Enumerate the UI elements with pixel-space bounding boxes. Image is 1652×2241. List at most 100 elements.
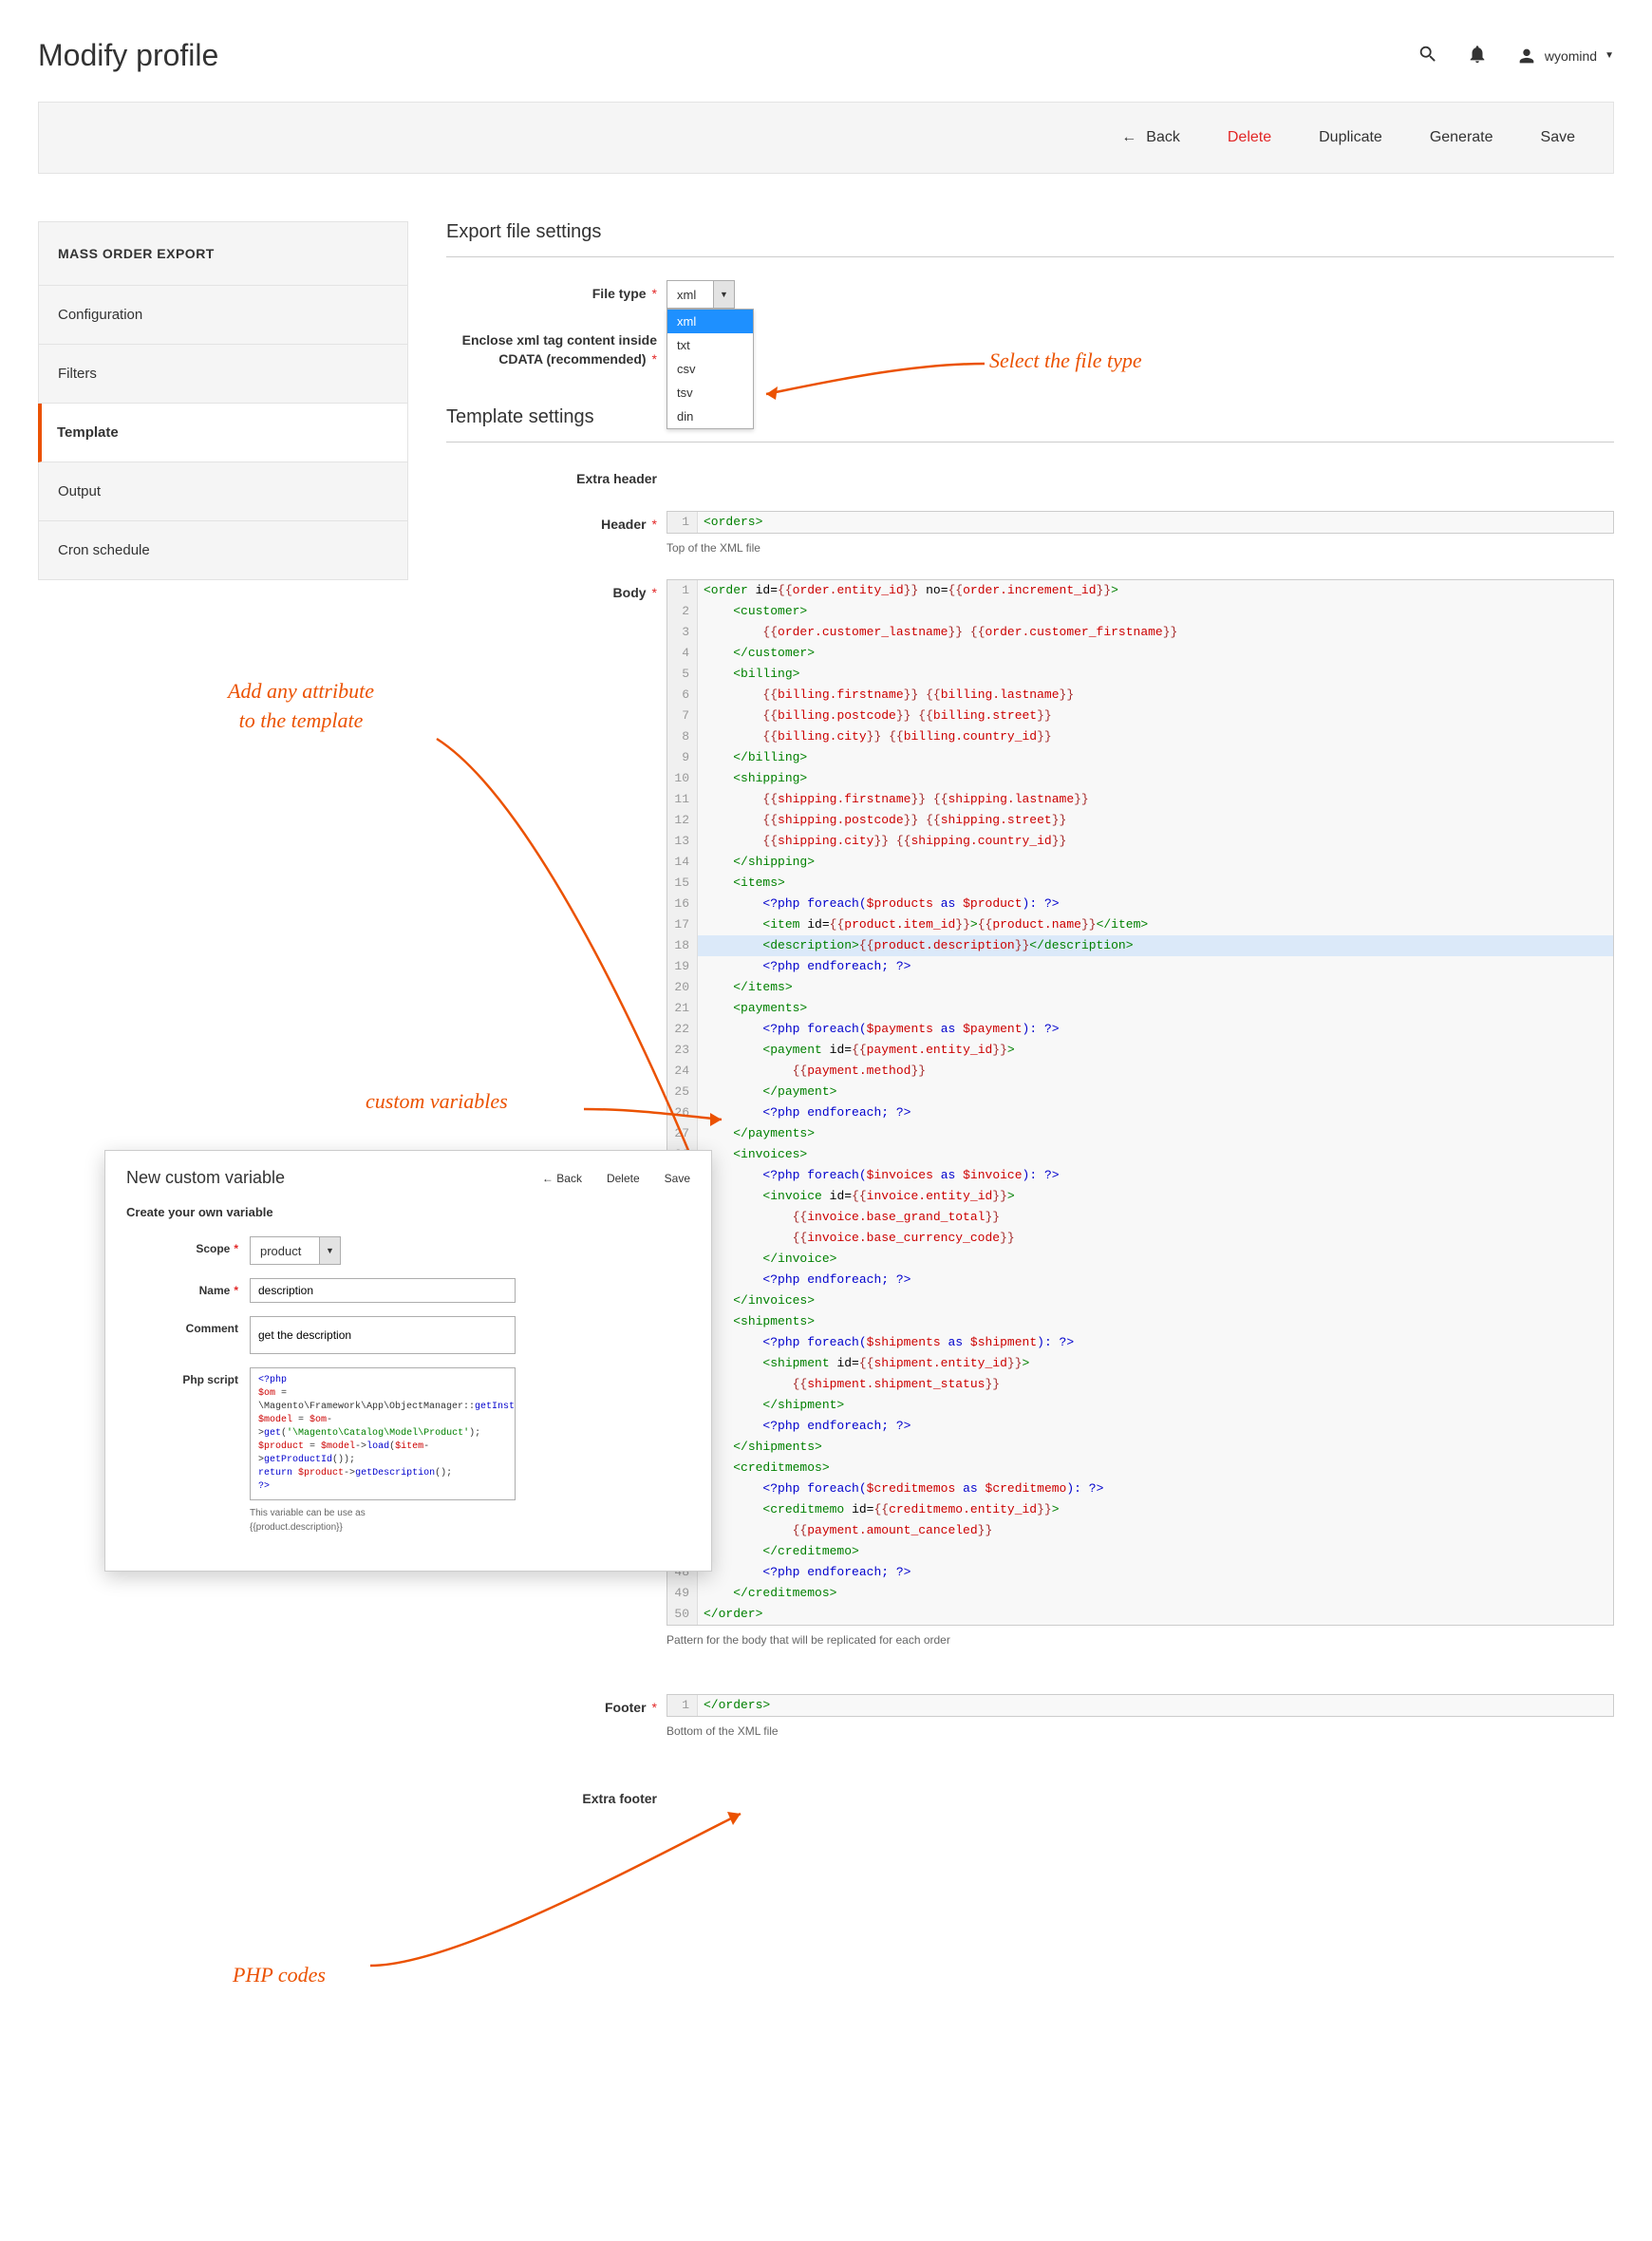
sidebar-header: MASS ORDER EXPORT: [39, 222, 407, 286]
file-type-option-din[interactable]: din: [667, 405, 753, 428]
code-line[interactable]: 12 {{shipping.postcode}} {{shipping.stre…: [667, 810, 1613, 831]
code-line[interactable]: 49 </creditmemos>: [667, 1583, 1613, 1604]
code-line[interactable]: 25 </payment>: [667, 1082, 1613, 1102]
file-type-dropdown: xmltxtcsvtsvdin: [666, 309, 754, 429]
code-line[interactable]: 29 <?php foreach($invoices as $invoice):…: [667, 1165, 1613, 1186]
file-type-option-tsv[interactable]: tsv: [667, 381, 753, 405]
code-line[interactable]: 23 <payment id={{payment.entity_id}}>: [667, 1040, 1613, 1061]
search-icon[interactable]: [1417, 44, 1438, 67]
code-line[interactable]: 14 </shipping>: [667, 852, 1613, 873]
header-label: Header*: [446, 511, 666, 532]
header-help: Top of the XML file: [666, 541, 1614, 555]
modal-hint: This variable can be use as {{product.de…: [250, 1506, 690, 1535]
code-line[interactable]: 20 </items>: [667, 977, 1613, 998]
code-line[interactable]: 24 {{payment.method}}: [667, 1061, 1613, 1082]
sidebar-item-configuration[interactable]: Configuration: [39, 286, 407, 345]
code-line[interactable]: 35 </invoices>: [667, 1290, 1613, 1311]
file-type-label: File type*: [446, 280, 666, 301]
scope-select[interactable]: product ▼: [250, 1236, 341, 1265]
code-line[interactable]: 6 {{billing.firstname}} {{billing.lastna…: [667, 685, 1613, 706]
code-line[interactable]: 48 <?php endforeach; ?>: [667, 1562, 1613, 1583]
code-line[interactable]: 44 <?php foreach($creditmemos as $credit…: [667, 1478, 1613, 1499]
export-settings-title: Export file settings: [446, 221, 1614, 257]
php-script-input[interactable]: <?php $om = \Magento\Framework\App\Objec…: [250, 1367, 516, 1500]
code-line[interactable]: 19 <?php endforeach; ?>: [667, 956, 1613, 977]
code-line[interactable]: 43 <creditmemos>: [667, 1458, 1613, 1478]
modal-save-button[interactable]: Save: [665, 1172, 690, 1185]
code-line[interactable]: 2 <customer>: [667, 601, 1613, 622]
code-line[interactable]: 31 {{invoice.base_grand_total}}: [667, 1207, 1613, 1228]
name-input[interactable]: [250, 1278, 516, 1303]
code-line[interactable]: 9 </billing>: [667, 747, 1613, 768]
code-line[interactable]: 50</order>: [667, 1604, 1613, 1625]
code-line[interactable]: 1<order id={{order.entity_id}} no={{orde…: [667, 580, 1613, 601]
notifications-icon[interactable]: [1467, 44, 1488, 67]
code-line[interactable]: 22 <?php foreach($payments as $payment):…: [667, 1019, 1613, 1040]
action-bar: ← Back Delete Duplicate Generate Save: [38, 102, 1614, 174]
code-line[interactable]: 18 <description>{{product.description}}<…: [667, 935, 1613, 956]
file-type-option-txt[interactable]: txt: [667, 333, 753, 357]
code-line[interactable]: 7 {{billing.postcode}} {{billing.street}…: [667, 706, 1613, 726]
save-button[interactable]: Save: [1541, 129, 1575, 146]
file-type-option-xml[interactable]: xml: [667, 310, 753, 333]
code-line[interactable]: 36 <shipments>: [667, 1311, 1613, 1332]
code-line[interactable]: 16 <?php foreach($products as $product):…: [667, 894, 1613, 914]
code-line[interactable]: 15 <items>: [667, 873, 1613, 894]
code-line[interactable]: 5 <billing>: [667, 664, 1613, 685]
file-type-option-csv[interactable]: csv: [667, 357, 753, 381]
sidebar-item-cron-schedule[interactable]: Cron schedule: [39, 521, 407, 579]
code-line[interactable]: 39 {{shipment.shipment_status}}: [667, 1374, 1613, 1395]
code-line[interactable]: 28 <invoices>: [667, 1144, 1613, 1165]
generate-button[interactable]: Generate: [1430, 129, 1493, 146]
footer-label: Footer*: [446, 1694, 666, 1715]
code-line[interactable]: 46 {{payment.amount_canceled}}: [667, 1520, 1613, 1541]
code-line[interactable]: 47 </creditmemo>: [667, 1541, 1613, 1562]
code-line[interactable]: 13 {{shipping.city}} {{shipping.country_…: [667, 831, 1613, 852]
sidebar-item-template[interactable]: Template: [38, 404, 407, 462]
code-line[interactable]: 10 <shipping>: [667, 768, 1613, 789]
modal-back-button[interactable]: ← Back: [542, 1172, 582, 1185]
sidebar: MASS ORDER EXPORT ConfigurationFiltersTe…: [38, 221, 408, 580]
code-line[interactable]: 38 <shipment id={{shipment.entity_id}}>: [667, 1353, 1613, 1374]
code-line[interactable]: 34 <?php endforeach; ?>: [667, 1270, 1613, 1290]
file-type-select[interactable]: xml ▼: [666, 280, 735, 309]
footer-editor[interactable]: 1</orders>: [666, 1694, 1614, 1717]
code-line[interactable]: 8 {{billing.city}} {{billing.country_id}…: [667, 726, 1613, 747]
chevron-down-icon: ▼: [319, 1237, 340, 1264]
annotation-php: PHP codes: [233, 1963, 326, 1987]
extra-footer-label: Extra footer: [446, 1785, 666, 1806]
modal-title: New custom variable: [126, 1168, 285, 1188]
chevron-down-icon: ▼: [713, 281, 734, 308]
code-line[interactable]: 30 <invoice id={{invoice.entity_id}}>: [667, 1186, 1613, 1207]
duplicate-button[interactable]: Duplicate: [1319, 129, 1382, 146]
code-line[interactable]: 37 <?php foreach($shipments as $shipment…: [667, 1332, 1613, 1353]
code-line[interactable]: 26 <?php endforeach; ?>: [667, 1102, 1613, 1123]
modal-subtitle: Create your own variable: [126, 1205, 690, 1219]
delete-button[interactable]: Delete: [1228, 129, 1271, 146]
sidebar-item-output[interactable]: Output: [39, 462, 407, 521]
code-line[interactable]: 17 <item id={{product.item_id}}>{{produc…: [667, 914, 1613, 935]
annotation-custom-vars: custom variables: [366, 1089, 508, 1114]
modal-delete-button[interactable]: Delete: [607, 1172, 640, 1185]
page-title: Modify profile: [38, 38, 218, 73]
extra-header-label: Extra header: [446, 465, 666, 486]
sidebar-item-filters[interactable]: Filters: [39, 345, 407, 404]
code-line[interactable]: 42 </shipments>: [667, 1437, 1613, 1458]
back-button[interactable]: ← Back: [1121, 129, 1180, 146]
header-editor[interactable]: 1<orders>: [666, 511, 1614, 534]
code-line[interactable]: 3 {{order.customer_lastname}} {{order.cu…: [667, 622, 1613, 643]
footer-help: Bottom of the XML file: [666, 1724, 1614, 1738]
code-line[interactable]: 27 </payments>: [667, 1123, 1613, 1144]
code-line[interactable]: 40 </shipment>: [667, 1395, 1613, 1416]
chevron-down-icon: ▼: [1605, 50, 1614, 61]
body-editor[interactable]: 1<order id={{order.entity_id}} no={{orde…: [666, 579, 1614, 1626]
code-line[interactable]: 11 {{shipping.firstname}} {{shipping.las…: [667, 789, 1613, 810]
code-line[interactable]: 45 <creditmemo id={{creditmemo.entity_id…: [667, 1499, 1613, 1520]
code-line[interactable]: 41 <?php endforeach; ?>: [667, 1416, 1613, 1437]
comment-input[interactable]: [250, 1316, 516, 1354]
user-menu[interactable]: wyomind ▼: [1516, 46, 1614, 66]
code-line[interactable]: 21 <payments>: [667, 998, 1613, 1019]
code-line[interactable]: 33 </invoice>: [667, 1249, 1613, 1270]
code-line[interactable]: 4 </customer>: [667, 643, 1613, 664]
code-line[interactable]: 32 {{invoice.base_currency_code}}: [667, 1228, 1613, 1249]
